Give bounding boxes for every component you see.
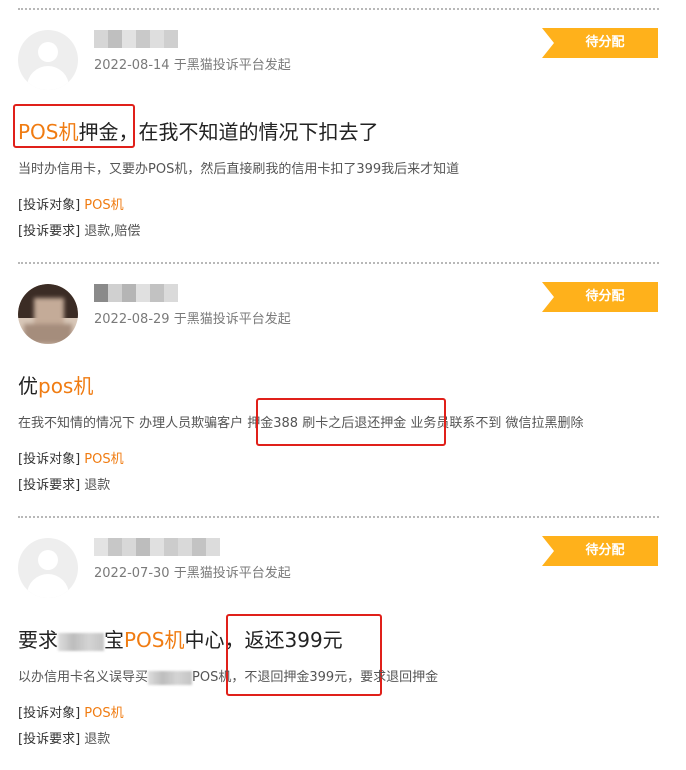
status-tag[interactable]: 待分配 — [542, 536, 658, 566]
demand-label: [投诉要求] — [18, 732, 81, 747]
complaint-meta: 2022-08-14 于黑猫投诉平台发起 — [94, 54, 291, 73]
title-prefix: 优 — [18, 374, 38, 398]
title-keyword: POS机 — [124, 628, 185, 652]
highlight-box — [13, 104, 135, 148]
status-tag[interactable]: 待分配 — [542, 28, 658, 58]
demand-value: 退款,赔偿 — [84, 224, 141, 239]
avatar-shoulders-shape — [27, 574, 69, 598]
demand-label: [投诉要求] — [18, 224, 81, 239]
platform-text: 于黑猫投诉平台发起 — [173, 566, 291, 581]
redacted-text — [148, 670, 193, 685]
complaint-demand: [投诉要求] 退款,赔偿 — [18, 220, 140, 239]
username-blurred — [94, 30, 178, 48]
avatar-head-shape — [38, 550, 58, 570]
complaint-title[interactable]: 优pos机 — [18, 370, 93, 399]
redacted-text — [58, 632, 104, 651]
avatar — [18, 30, 78, 90]
target-label: [投诉对象] — [18, 198, 81, 213]
title-partial: 宝 — [104, 628, 124, 652]
target-value-link[interactable]: POS机 — [84, 452, 123, 467]
complaint-meta: 2022-08-29 于黑猫投诉平台发起 — [94, 308, 291, 327]
highlight-box — [256, 398, 446, 446]
complaint-demand: [投诉要求] 退款 — [18, 728, 110, 747]
demand-value: 退款 — [84, 478, 111, 493]
description-part: POS机，不退回押金399元，要求退回押金 — [192, 670, 439, 685]
complaint-date: 2022-07-30 — [94, 566, 170, 581]
avatar-head-shape — [38, 42, 58, 62]
complaint-demand: [投诉要求] 退款 — [18, 474, 110, 493]
title-prefix: 要求 — [18, 628, 58, 652]
username-blurred — [94, 284, 178, 302]
target-label: [投诉对象] — [18, 452, 81, 467]
complaint-target: [投诉对象] POS机 — [18, 194, 124, 213]
title-keyword: pos机 — [38, 374, 94, 398]
complaint-target: [投诉对象] POS机 — [18, 448, 124, 467]
target-label: [投诉对象] — [18, 706, 81, 721]
status-tag[interactable]: 待分配 — [542, 282, 658, 312]
target-value-link[interactable]: POS机 — [84, 706, 123, 721]
complaint-card[interactable]: 2022-08-14 于黑猫投诉平台发起 待分配 POS机押金，在我不知道的情况… — [0, 8, 686, 262]
target-value-link[interactable]: POS机 — [84, 198, 123, 213]
username-blurred — [94, 538, 220, 556]
complaint-card[interactable]: 2022-08-29 于黑猫投诉平台发起 待分配 优pos机 在我不知情的情况下… — [0, 262, 686, 516]
complaint-description: 以办信用卡名义误导买 POS机，不退回押金399元，要求退回押金 — [18, 666, 438, 685]
platform-text: 于黑猫投诉平台发起 — [173, 58, 291, 73]
demand-value: 退款 — [84, 732, 111, 747]
avatar-photo-blur — [24, 324, 72, 344]
demand-label: [投诉要求] — [18, 478, 81, 493]
complaint-date: 2022-08-14 — [94, 58, 170, 73]
complaint-description: 当时办信用卡，又要办POS机，然后直接刷我的信用卡扣了399我后来才知道 — [18, 162, 460, 177]
avatar — [18, 284, 78, 344]
complaint-card[interactable]: 2022-07-30 于黑猫投诉平台发起 待分配 要求 宝POS机中心，返还399… — [0, 516, 686, 770]
description-part: 以办信用卡名义误导买 — [18, 670, 149, 685]
avatar-shoulders-shape — [27, 66, 69, 90]
complaint-date: 2022-08-29 — [94, 312, 170, 327]
platform-text: 于黑猫投诉平台发起 — [173, 312, 291, 327]
complaint-meta: 2022-07-30 于黑猫投诉平台发起 — [94, 562, 291, 581]
complaint-target: [投诉对象] POS机 — [18, 702, 124, 721]
avatar — [18, 538, 78, 598]
